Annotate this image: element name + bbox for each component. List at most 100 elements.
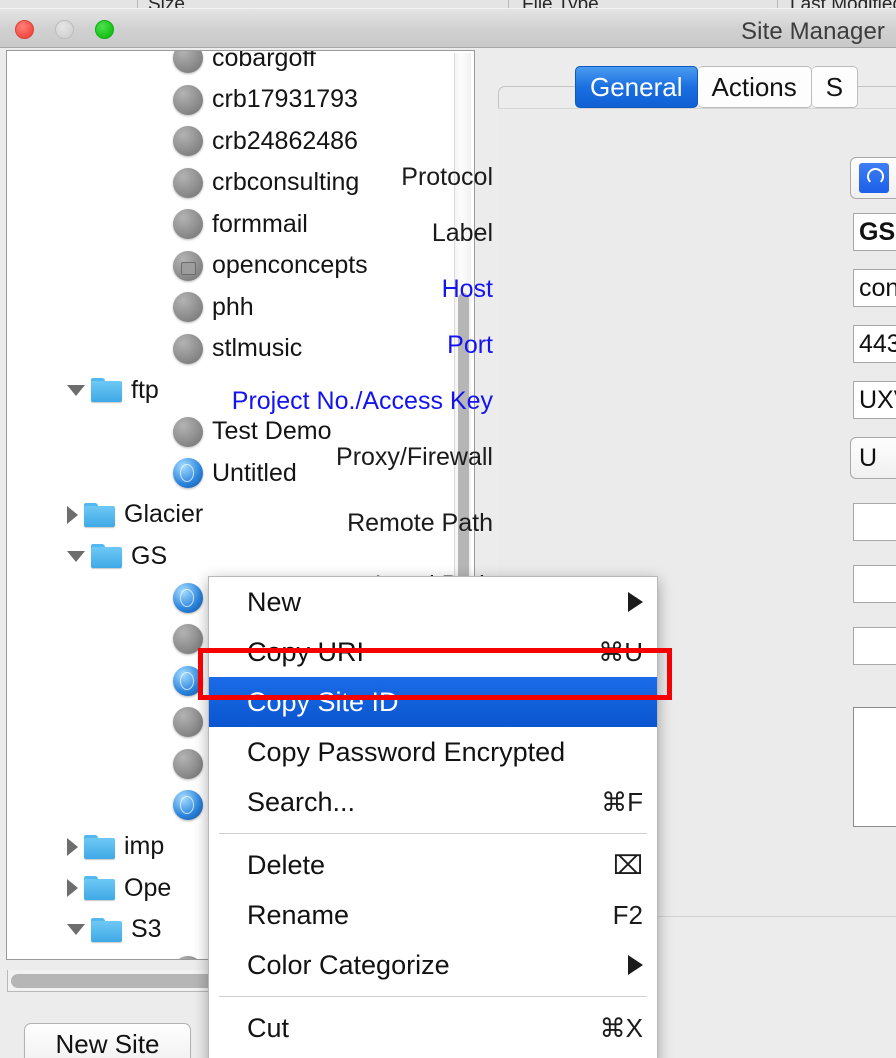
menu-item-shortcut: ⌘X	[599, 1012, 643, 1043]
field-label-protocol: Protocol	[401, 163, 493, 191]
gray-globe-icon	[173, 126, 203, 156]
window-title: Site Manager	[741, 18, 885, 45]
window-titlebar[interactable]: Site Manager	[0, 8, 896, 48]
gray-globe-icon	[173, 707, 203, 737]
tree-row[interactable]: crb17931793	[7, 79, 462, 121]
folder-icon	[91, 544, 122, 568]
tree-item-label: cobargoff	[212, 50, 316, 72]
tree-row[interactable]: cobargoff	[7, 50, 462, 79]
tree-item-label: GS	[131, 541, 168, 570]
tree-item-label: Ope	[124, 873, 172, 902]
tree-item-label: crb24862486	[212, 126, 358, 155]
menu-item-delete[interactable]: Delete ⌧	[209, 840, 657, 890]
gray-globe-icon	[173, 51, 203, 73]
tab-s[interactable]: S	[811, 66, 859, 108]
folder-icon	[91, 378, 122, 402]
gray-globe-icon	[173, 84, 203, 115]
field-input-port[interactable]: 443	[853, 325, 896, 363]
menu-item-label: Delete	[247, 849, 326, 880]
field-select-protocol[interactable]	[850, 157, 896, 199]
disclosure-closed-icon[interactable]	[67, 505, 78, 524]
field-label-label: Label	[431, 219, 493, 247]
close-button[interactable]	[15, 20, 34, 39]
gray-globe-icon	[173, 416, 203, 447]
menu-item-new[interactable]: New	[209, 577, 657, 627]
menu-item-search[interactable]: Search... ⌘F	[209, 777, 657, 827]
screenshot-root: Size File Type Last Modified Site Manage…	[0, 0, 896, 1058]
menu-item-label: Search...	[247, 786, 356, 817]
tree-item-label: Test Demo	[212, 417, 332, 445]
tab-actions[interactable]: Actions	[697, 66, 812, 108]
menu-separator	[219, 833, 647, 834]
field-input-label[interactable]: GS	[853, 213, 896, 251]
menu-item-shortcut: ⌘F	[601, 786, 643, 817]
menu-item-label: New	[247, 586, 302, 617]
field-input-cname[interactable]	[853, 627, 896, 665]
folder-icon	[84, 876, 115, 900]
menu-item-shortcut: ⌘U	[598, 636, 643, 667]
submenu-arrow-icon	[628, 955, 643, 975]
disclosure-open-icon[interactable]	[67, 924, 85, 935]
disclosure-closed-icon[interactable]	[67, 879, 78, 897]
field-label-port: Port	[447, 331, 493, 359]
folder-icon	[84, 502, 115, 527]
minimize-button[interactable]	[55, 20, 74, 39]
blue-globe-icon	[173, 665, 203, 696]
menu-item-copy-password-encrypted[interactable]: Copy Password Encrypted	[209, 727, 657, 777]
menu-item-color-categorize[interactable]: Color Categorize	[209, 940, 657, 990]
field-label-host: Host	[441, 275, 493, 303]
new-site-button[interactable]: New Site	[24, 1023, 191, 1058]
menu-item-label: Copy Password Encrypted	[247, 736, 566, 767]
tab-general[interactable]: General	[575, 66, 698, 108]
maximize-button[interactable]	[95, 20, 114, 39]
tree-item-label: imp	[124, 832, 165, 860]
menu-item-copy-uri[interactable]: Copy URI ⌘U	[209, 627, 657, 677]
field-select-proxy-firewall[interactable]: U	[850, 437, 896, 479]
tree-item-label: S3	[131, 915, 162, 943]
field-label-proxy-firewall: Proxy/Firewall	[336, 443, 493, 471]
menu-item-label: Color Categorize	[247, 949, 450, 980]
site-manager-window: Site Manager cobargoff crb17931793 crb2486…	[0, 8, 896, 1058]
disclosure-closed-icon[interactable]	[67, 837, 78, 856]
menu-item-duplicate[interactable]: Duplicate⌘C	[209, 1053, 657, 1058]
folder-icon	[84, 834, 115, 859]
menu-item-shortcut: ⌧	[613, 849, 643, 880]
menu-item-cut[interactable]: Cut ⌘X	[209, 1003, 657, 1053]
disclosure-open-icon[interactable]	[67, 550, 85, 562]
tree-item-label: crb17931793	[212, 85, 358, 113]
field-input-comments[interactable]	[853, 707, 896, 827]
menu-item-label: Copy URI	[247, 636, 365, 667]
menu-item-label: Rename	[247, 899, 350, 930]
submenu-arrow-icon	[628, 592, 643, 612]
blue-globe-icon	[173, 790, 203, 820]
field-input-project-no-access-key[interactable]: UXV	[853, 381, 896, 419]
menu-item-rename[interactable]: Rename F2	[209, 890, 657, 940]
menu-item-shortcut: F2	[612, 899, 643, 930]
google-storage-protocol-icon	[859, 163, 889, 193]
menu-separator	[219, 996, 647, 997]
tree-row[interactable]: crb24862486	[7, 120, 462, 162]
field-label-project-no-access-key: Project No./Access Key	[231, 387, 493, 415]
field-input-local-path[interactable]	[853, 565, 896, 603]
disclosure-open-icon[interactable]	[67, 384, 85, 396]
field-label-remote-path: Remote Path	[347, 509, 493, 537]
menu-item-copy-site-id[interactable]: Copy Site ID	[209, 677, 657, 727]
field-input-remote-path[interactable]	[853, 503, 896, 541]
folder-icon	[91, 917, 122, 942]
menu-item-label: Cut	[247, 1012, 290, 1043]
field-input-host[interactable]: con	[853, 269, 896, 307]
gray-globe-icon	[173, 956, 203, 959]
context-menu[interactable]: New Copy URI ⌘U Copy Site ID Copy Password E…	[208, 576, 658, 1058]
detail-tab-bar[interactable]: General Actions S	[575, 66, 859, 108]
menu-item-label: Copy Site ID	[247, 686, 399, 717]
